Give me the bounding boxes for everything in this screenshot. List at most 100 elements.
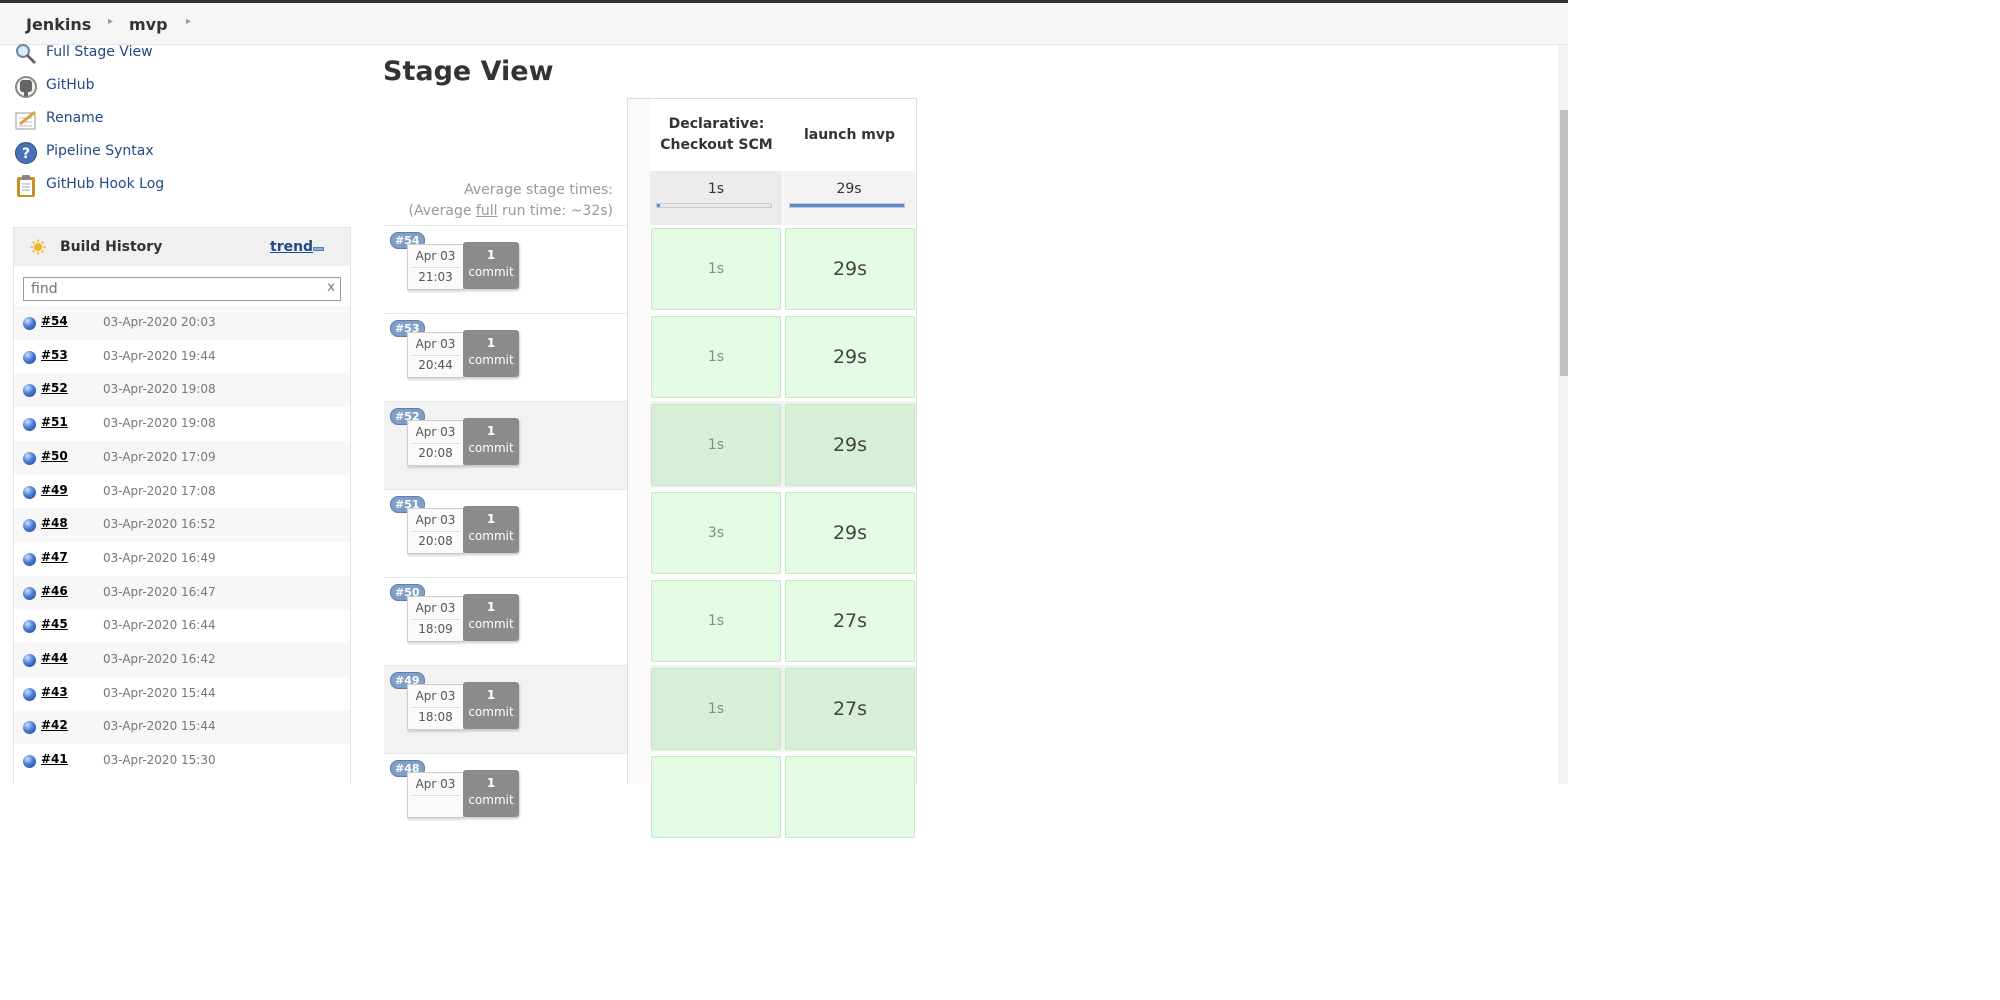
build-date: 03-Apr-2020 16:42 xyxy=(103,652,216,666)
build-history-row: #54 03-Apr-2020 20:03 xyxy=(14,306,350,340)
stage-duration: 29s xyxy=(832,434,868,456)
stage-cell-checkout[interactable]: 1s xyxy=(651,580,781,662)
stage-avg-checkout: 1s xyxy=(650,171,782,225)
stage-cell-launch-mvp[interactable]: 29s xyxy=(785,228,915,310)
stage-cell-checkout[interactable]: 1s xyxy=(651,668,781,750)
changes-button[interactable]: 1 commit xyxy=(463,418,519,465)
run-date-box: Apr 03 18:09 xyxy=(407,596,464,642)
run-time: 21:03 xyxy=(418,270,453,284)
run-date-box: Apr 03 xyxy=(407,772,464,818)
build-history-panel: Build History trend x #54 03-Apr-2020 20:… xyxy=(13,227,351,784)
build-history-row: #43 03-Apr-2020 15:44 xyxy=(14,677,350,711)
build-number-link[interactable]: #52 xyxy=(41,381,68,395)
stage-cell-checkout[interactable]: 1s xyxy=(651,316,781,398)
date-separator xyxy=(411,531,460,532)
blue-ball-status-icon xyxy=(23,418,36,432)
page-scrollbar-thumb[interactable] xyxy=(1560,110,1568,376)
build-history-row: #49 03-Apr-2020 17:08 xyxy=(14,475,350,509)
build-number-link[interactable]: #46 xyxy=(41,584,68,598)
build-date: 03-Apr-2020 15:30 xyxy=(103,753,216,768)
run-row: #52 Apr 03 20:08 1 commit xyxy=(384,401,627,489)
blue-ball-status-icon xyxy=(23,654,36,667)
build-number-link[interactable]: #44 xyxy=(41,651,68,665)
run-row: #48 Apr 03 1 commit xyxy=(384,753,627,841)
blue-ball-status-icon xyxy=(23,721,36,735)
changes-button[interactable]: 1 commit xyxy=(463,506,519,553)
stage-duration: 29s xyxy=(832,522,868,544)
chevron-right-icon[interactable]: ▸ xyxy=(108,16,113,27)
stage-cell-launch-mvp[interactable]: 29s xyxy=(785,492,915,574)
build-number-link[interactable]: #49 xyxy=(41,483,68,497)
stage-avg-time: 29s xyxy=(836,181,862,197)
collapse-icon[interactable] xyxy=(313,247,324,251)
changes-button[interactable]: 1 commit xyxy=(463,330,519,377)
stage-header-launch-mvp: launch mvp xyxy=(784,99,915,171)
blue-ball-status-icon xyxy=(23,755,36,769)
clear-search-icon[interactable]: x xyxy=(327,280,335,295)
build-history-row: #52 03-Apr-2020 19:08 xyxy=(14,373,350,408)
date-separator xyxy=(411,619,460,620)
run-row: #49 Apr 03 18:08 1 commit xyxy=(384,665,627,753)
stage-duration: 27s xyxy=(832,610,868,632)
build-search-input[interactable] xyxy=(24,278,327,300)
sun-icon xyxy=(30,239,46,259)
stage-cell-launch-mvp[interactable]: 27s xyxy=(785,668,915,750)
stage-cell-checkout[interactable]: 1s xyxy=(651,404,781,486)
build-number-link[interactable]: #54 xyxy=(41,314,68,328)
build-history-row: #51 03-Apr-2020 19:08 xyxy=(14,407,350,441)
blue-ball-status-icon xyxy=(23,317,36,330)
build-number-link[interactable]: #45 xyxy=(41,617,68,631)
run-time: 20:44 xyxy=(418,358,453,372)
run-date-box: Apr 03 20:08 xyxy=(407,508,464,554)
build-number-link[interactable]: #51 xyxy=(41,415,68,429)
avg-label-line2: (Average full run time: ~32s) xyxy=(408,203,614,219)
commit-label: commit xyxy=(468,353,514,367)
stage-duration: 27s xyxy=(832,698,868,720)
commit-count: 1 xyxy=(486,248,496,262)
changes-button[interactable]: 1 commit xyxy=(463,242,519,289)
stage-cell-launch-mvp[interactable]: 29s xyxy=(785,316,915,398)
run-date: Apr 03 xyxy=(415,777,456,791)
run-time: 20:08 xyxy=(418,534,453,548)
stage-header-checkout: Declarative: Checkout SCM xyxy=(651,99,782,171)
breadcrumb-mvp[interactable]: mvp xyxy=(129,15,168,34)
date-separator xyxy=(411,355,460,356)
build-number-link[interactable]: #48 xyxy=(41,516,68,530)
stage-cell-launch-mvp[interactable]: 29s xyxy=(785,404,915,486)
stage-cell-checkout[interactable]: 3s xyxy=(651,492,781,574)
changes-button[interactable]: 1 commit xyxy=(463,770,519,817)
stage-duration: 1s xyxy=(707,613,725,629)
run-time: 18:08 xyxy=(418,710,453,724)
stage-cell-launch-mvp[interactable] xyxy=(785,756,915,838)
stage-cell-checkout[interactable] xyxy=(651,756,781,838)
stage-cell-launch-mvp[interactable]: 27s xyxy=(785,580,915,662)
build-date: 03-Apr-2020 15:44 xyxy=(103,685,216,700)
build-number-link[interactable]: #41 xyxy=(41,752,68,766)
build-date: 03-Apr-2020 20:03 xyxy=(103,315,216,329)
chevron-right-icon[interactable]: ▸ xyxy=(186,16,191,27)
build-history-row: #41 03-Apr-2020 15:30 xyxy=(14,744,350,778)
run-row: #51 Apr 03 20:08 1 commit xyxy=(384,489,627,577)
changes-button[interactable]: 1 commit xyxy=(463,682,519,729)
run-date-box: Apr 03 21:03 xyxy=(407,244,464,290)
stage-duration: 3s xyxy=(707,525,725,541)
date-separator xyxy=(411,443,460,444)
blue-ball-status-icon xyxy=(23,451,36,465)
build-number-link[interactable]: #42 xyxy=(41,718,68,732)
build-number-link[interactable]: #47 xyxy=(41,550,68,564)
trend-link[interactable]: trend xyxy=(270,239,313,255)
changes-button[interactable]: 1 commit xyxy=(463,594,519,641)
build-number-link[interactable]: #43 xyxy=(41,685,68,699)
blue-ball-status-icon xyxy=(23,687,36,701)
commit-count: 1 xyxy=(486,512,496,526)
clipboard-icon xyxy=(14,174,38,198)
avg-label-line1: Average stage times: xyxy=(464,182,613,198)
build-number-link[interactable]: #53 xyxy=(41,348,68,362)
stage-cell-checkout[interactable]: 1s xyxy=(651,228,781,310)
progress-fill xyxy=(790,204,904,207)
breadcrumb-jenkins[interactable]: Jenkins xyxy=(26,15,91,34)
build-number-link[interactable]: #50 xyxy=(41,449,68,463)
commit-count: 1 xyxy=(486,688,496,702)
build-history-row: #44 03-Apr-2020 16:42 xyxy=(14,643,350,677)
run-time: 20:08 xyxy=(418,446,453,460)
